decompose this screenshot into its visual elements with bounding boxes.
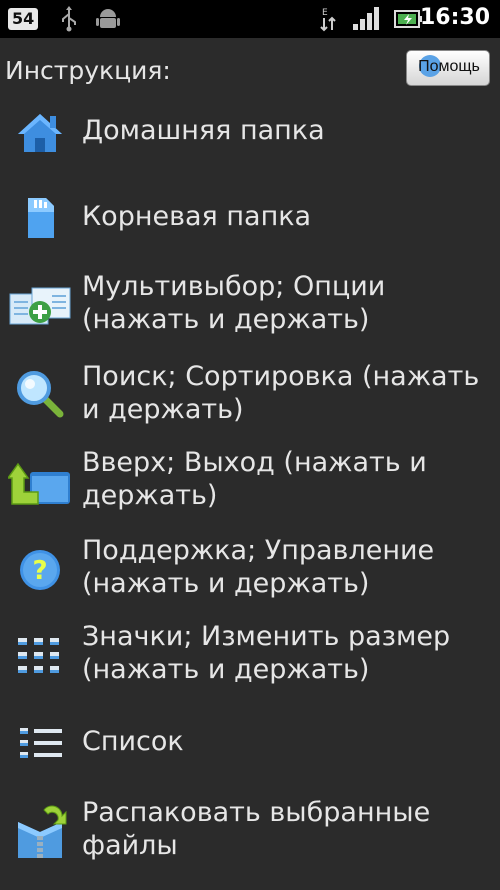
item-label: Домашняя папка: [82, 115, 325, 146]
list-item-unpack: Распаковать выбранные файлы: [0, 796, 500, 866]
usb-icon: [62, 6, 76, 32]
folder-up-icon: [8, 462, 70, 505]
list-item-up: Вверх; Выход (нажать и держать): [0, 446, 500, 516]
list-item-list: Список: [0, 710, 500, 774]
unpack-icon: [18, 805, 67, 858]
multiselect-icon: [9, 287, 71, 325]
list-icon: [20, 728, 62, 758]
item-label: Поддержка; Управление (нажать и держать): [82, 535, 435, 599]
page-title: Инструкция:: [5, 56, 171, 85]
sd-card-icon: [28, 198, 54, 238]
item-label: Вверх; Выход (нажать и держать): [82, 447, 427, 511]
list-item-search: Поиск; Сортировка (нажать и держать): [0, 360, 500, 430]
list-item-home: Домашняя папка: [0, 100, 500, 164]
search-icon: [17, 371, 64, 418]
item-label: Поиск; Сортировка (нажать и держать): [82, 361, 480, 425]
home-icon: [18, 114, 62, 152]
svg-text:E: E: [322, 8, 328, 18]
data-activity-icon: E: [320, 8, 336, 32]
list-item-root: Корневая папка: [0, 186, 500, 250]
status-bar: 54 E 16:30: [0, 0, 500, 38]
item-label: Распаковать выбранные файлы: [82, 797, 431, 861]
android-debug-icon: [96, 9, 120, 28]
list-item-icons: Значки; Изменить размер (нажать и держат…: [0, 620, 500, 690]
help-button-label: Помощь: [418, 58, 480, 75]
notification-count-badge: 54: [8, 8, 39, 30]
clock: 16:30: [419, 5, 490, 30]
grid-icon: [18, 638, 59, 673]
list-item-support: ? Поддержка; Управление (нажать и держат…: [0, 534, 500, 604]
help-icon: ?: [20, 550, 60, 590]
item-label: Мультивыбор; Опции (нажать и держать): [82, 271, 386, 335]
help-button[interactable]: Помощь: [406, 50, 490, 86]
item-label: Корневая папка: [82, 201, 312, 232]
svg-text:?: ?: [32, 556, 47, 586]
item-label: Значки; Изменить размер (нажать и держат…: [82, 621, 451, 685]
signal-icon: [353, 7, 379, 30]
list-item-multiselect: Мультивыбор; Опции (нажать и держать): [0, 270, 500, 340]
item-label: Список: [82, 726, 184, 757]
